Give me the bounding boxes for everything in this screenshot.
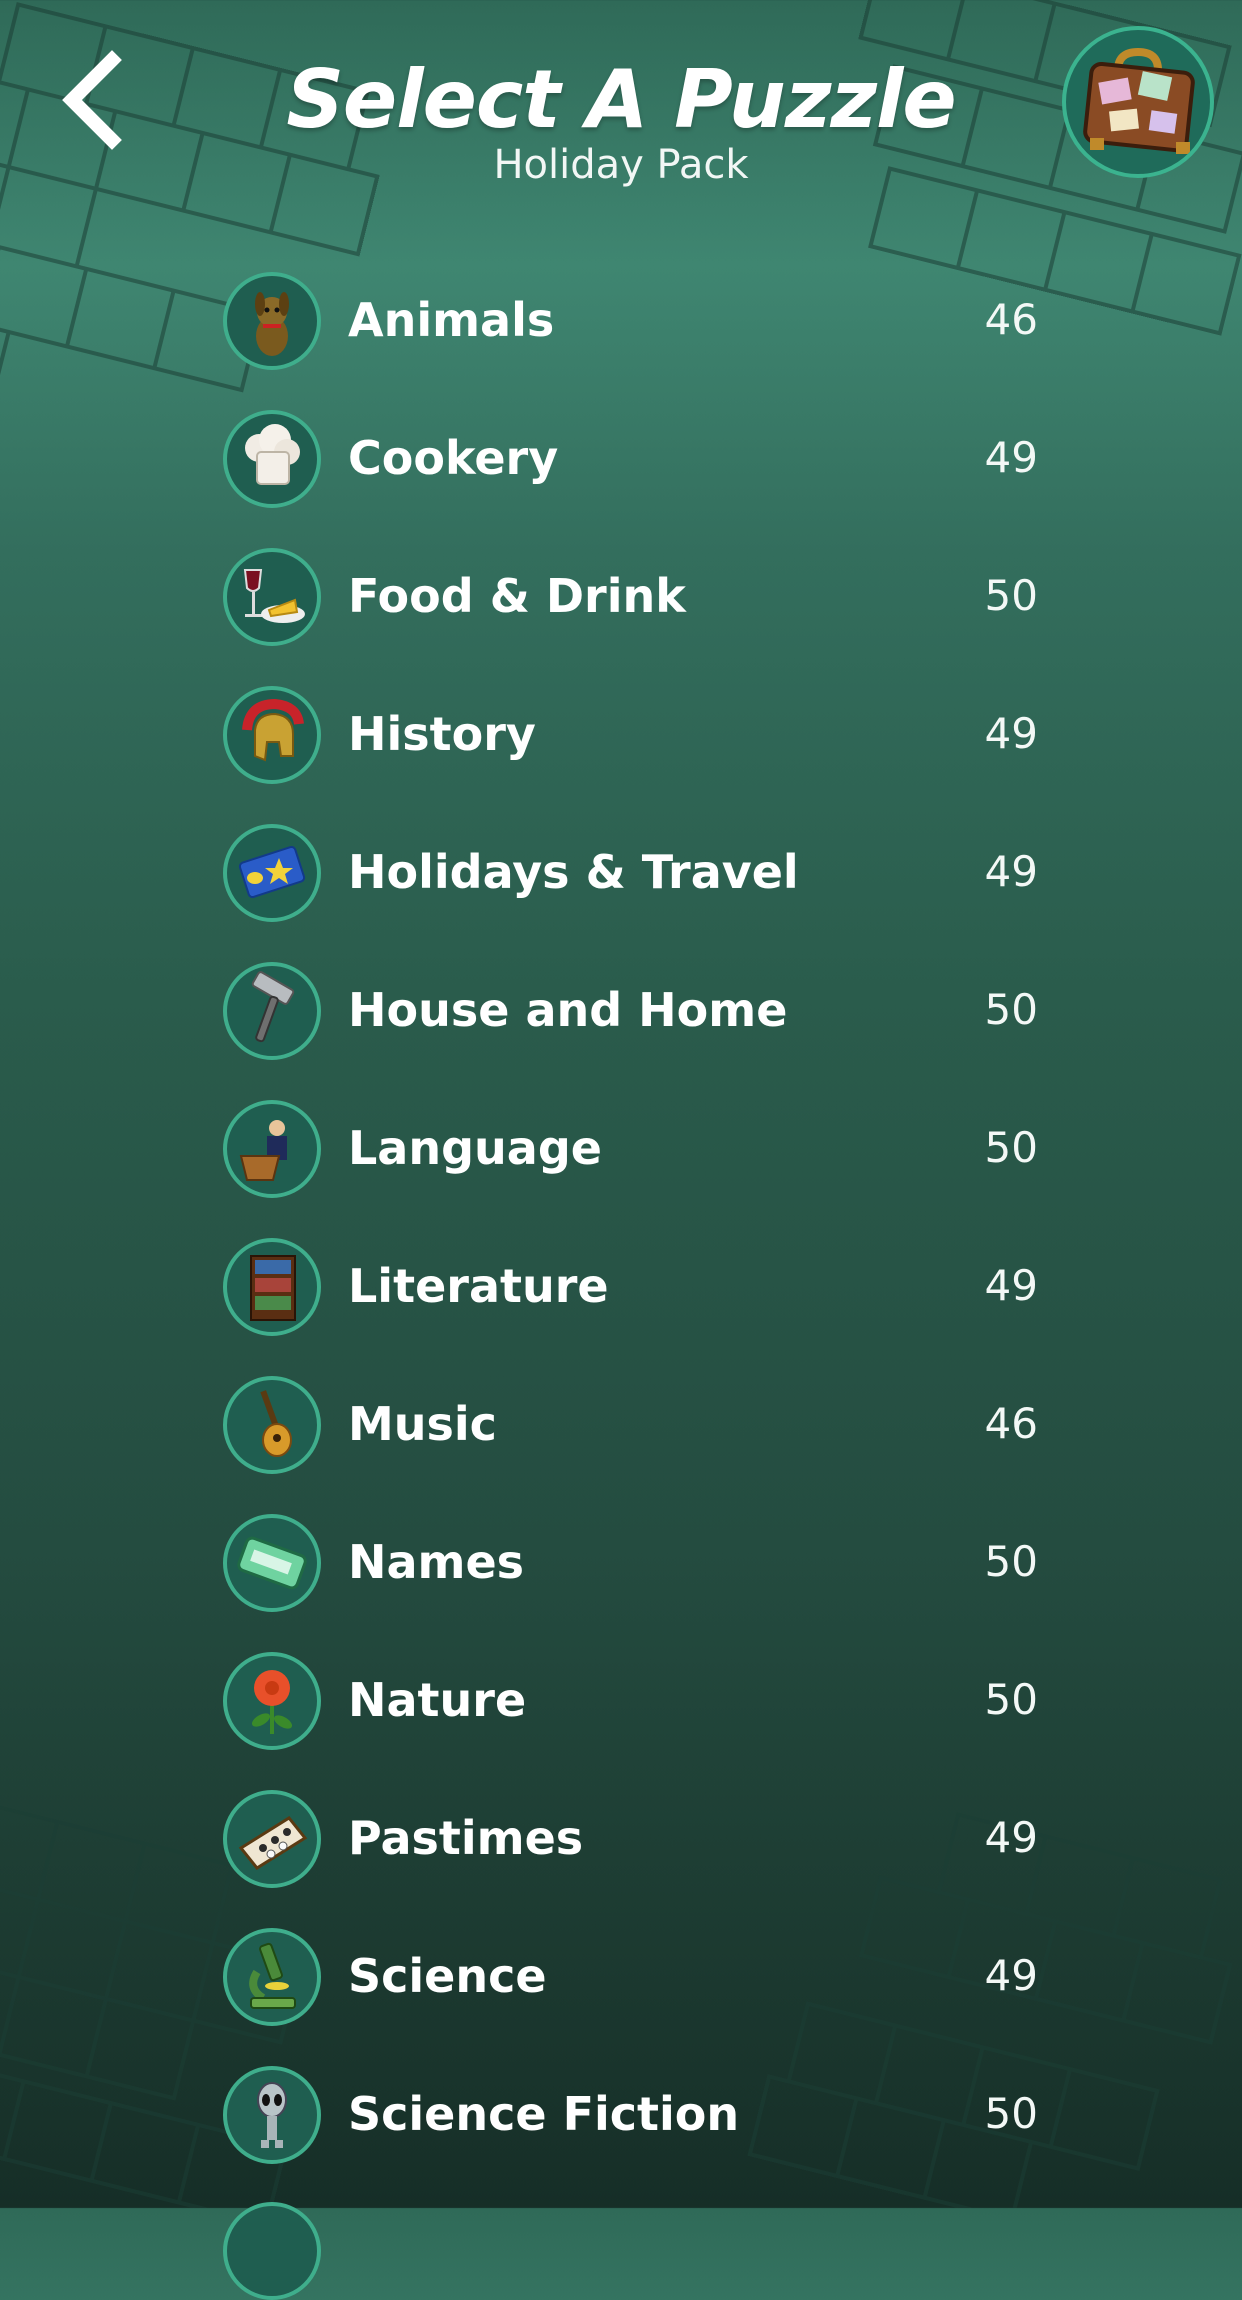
category-icon-frame (223, 686, 321, 784)
category-row-music[interactable]: Music 46 (220, 1374, 1040, 1512)
category-icon-frame (223, 1514, 321, 1612)
category-row-cookery[interactable]: Cookery 49 (220, 408, 1040, 546)
category-row-language[interactable]: Language 50 (220, 1098, 1040, 1236)
category-label: Names (348, 1535, 525, 1589)
bookcase-icon (250, 1255, 296, 1321)
category-list: Animals 46 Cookery 49 Food & Drink 50 Hi… (220, 270, 1040, 2202)
category-label: Science (348, 1949, 547, 2003)
puzzle-count: 49 (984, 1951, 1038, 2000)
category-label: Literature (348, 1259, 609, 1313)
roman-helmet-icon (242, 698, 304, 762)
puzzle-count: 50 (984, 571, 1038, 620)
puzzle-count: 50 (984, 1123, 1038, 1172)
category-icon-frame (223, 272, 321, 370)
chef-hat-icon (245, 424, 300, 485)
checkers-board-icon (238, 1816, 308, 1870)
header: Select A Puzzle Holiday Pack (0, 0, 1242, 200)
wine-cheese-icon (243, 569, 305, 623)
category-label: Language (348, 1121, 602, 1175)
puzzle-count: 50 (984, 1675, 1038, 1724)
hammer-icon (251, 971, 295, 1043)
category-row-animals[interactable]: Animals 46 (220, 270, 1040, 408)
category-label: Pastimes (348, 1811, 584, 1865)
category-label: Science Fiction (348, 2087, 740, 2141)
puzzle-count: 49 (984, 709, 1038, 758)
puzzle-count: 46 (984, 1399, 1038, 1448)
category-icon-frame (223, 1790, 321, 1888)
category-row-house-home[interactable]: House and Home 50 (220, 960, 1040, 1098)
category-row-holidays-travel[interactable]: Holidays & Travel 49 (220, 822, 1040, 960)
category-icon-frame (223, 548, 321, 646)
category-icon-frame (223, 1238, 321, 1336)
category-icon-frame (223, 1100, 321, 1198)
pack-subtitle: Holiday Pack (493, 142, 749, 188)
category-icon-frame (223, 1376, 321, 1474)
puzzle-count: 49 (984, 433, 1038, 482)
name-badge-icon (237, 1536, 307, 1590)
category-row-history[interactable]: History 49 (220, 684, 1040, 822)
category-icon-frame (223, 2066, 321, 2164)
category-row-nature[interactable]: Nature 50 (220, 1650, 1040, 1788)
airmail-envelope-icon (238, 845, 306, 899)
puzzle-count: 50 (984, 1537, 1038, 1586)
category-icon-frame (223, 824, 321, 922)
flower-icon (251, 1670, 293, 1734)
category-label: History (348, 707, 536, 761)
puzzle-count: 50 (984, 985, 1038, 1034)
category-label: House and Home (348, 983, 788, 1037)
puzzle-count: 49 (984, 1813, 1038, 1862)
microscope-icon (249, 1942, 296, 2009)
category-row-names[interactable]: Names 50 (220, 1512, 1040, 1650)
puzzle-count: 49 (984, 847, 1038, 896)
category-row-pastimes[interactable]: Pastimes 49 (220, 1788, 1040, 1926)
puzzle-count: 50 (984, 2089, 1038, 2138)
category-label: Animals (348, 293, 555, 347)
category-label: Nature (348, 1673, 527, 1727)
next-category-icon-partial[interactable] (223, 2202, 321, 2300)
category-label: Music (348, 1397, 497, 1451)
category-row-science[interactable]: Science 49 (220, 1926, 1040, 2064)
alien-icon (257, 2082, 287, 2148)
category-icon-frame (223, 962, 321, 1060)
category-icon-frame (223, 1652, 321, 1750)
suitcase-icon (1083, 47, 1195, 154)
category-row-food-drink[interactable]: Food & Drink 50 (220, 546, 1040, 684)
category-icon-frame (223, 410, 321, 508)
speaker-podium-icon (239, 1120, 287, 1181)
category-row-science-fiction[interactable]: Science Fiction 50 (220, 2064, 1040, 2202)
puzzle-count: 49 (984, 1261, 1038, 1310)
category-row-literature[interactable]: Literature 49 (220, 1236, 1040, 1374)
page-title: Select A Puzzle (286, 53, 956, 146)
category-label: Holidays & Travel (348, 845, 799, 899)
guitar-icon (260, 1390, 292, 1457)
dog-icon (255, 292, 289, 356)
pack-select-button[interactable] (1062, 26, 1214, 178)
puzzle-count: 46 (984, 295, 1038, 344)
category-icon-frame (223, 1928, 321, 2026)
category-label: Cookery (348, 431, 559, 485)
category-label: Food & Drink (348, 569, 686, 623)
